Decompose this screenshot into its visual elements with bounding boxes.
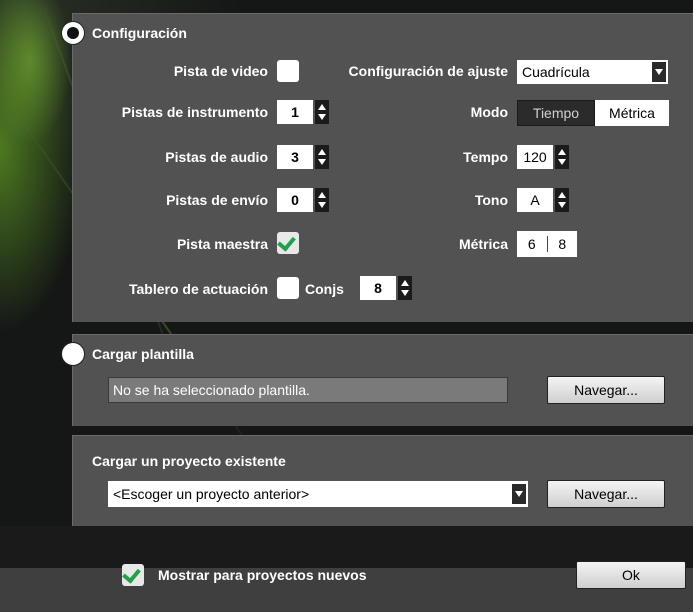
- project-browse-button[interactable]: Navegar...: [547, 480, 665, 508]
- project-select[interactable]: <Escoger un proyecto anterior>: [108, 481, 528, 507]
- meter-label: Métrica: [458, 236, 508, 252]
- stepper-arrows-icon[interactable]: [315, 188, 329, 212]
- template-browse-button[interactable]: Navegar...: [547, 376, 665, 404]
- stepper-arrows-icon[interactable]: [315, 100, 329, 124]
- send-tracks-value: 0: [277, 188, 313, 212]
- ok-button[interactable]: Ok: [576, 561, 686, 589]
- instrument-tracks-label: Pistas de instrumento: [121, 104, 268, 120]
- meter-field[interactable]: 6 8: [517, 231, 577, 257]
- key-stepper[interactable]: A: [517, 188, 569, 212]
- sets-label: Conjs: [305, 281, 344, 297]
- performance-board-label: Tablero de actuación: [129, 281, 268, 297]
- key-value: A: [517, 188, 553, 212]
- snap-config-value: Cuadrícula: [522, 64, 590, 80]
- project-select-value: <Escoger un proyecto anterior>: [113, 486, 310, 502]
- meter-denominator[interactable]: 8: [548, 236, 578, 252]
- stepper-arrows-icon[interactable]: [398, 276, 412, 300]
- configuration-radio[interactable]: [62, 22, 84, 44]
- project-title: Cargar un proyecto existente: [92, 453, 286, 469]
- key-label: Tono: [474, 192, 508, 208]
- show-new-label: Mostrar para proyectos nuevos: [158, 567, 367, 583]
- video-track-label: Pista de video: [173, 63, 268, 79]
- send-tracks-stepper[interactable]: 0: [277, 188, 329, 212]
- chevron-down-icon: [512, 484, 526, 504]
- template-path-field[interactable]: No se ha seleccionado plantilla.: [108, 377, 508, 403]
- mode-option-tiempo[interactable]: Tiempo: [517, 100, 595, 126]
- mode-label: Modo: [470, 104, 508, 120]
- tempo-value: 120: [517, 145, 553, 169]
- snap-config-label: Configuración de ajuste: [348, 63, 508, 79]
- check-icon: [122, 564, 141, 584]
- audio-tracks-label: Pistas de audio: [165, 149, 268, 165]
- sets-stepper[interactable]: 8: [360, 276, 412, 300]
- chevron-down-icon: [652, 62, 666, 82]
- sets-value: 8: [360, 276, 396, 300]
- template-radio[interactable]: [62, 343, 84, 365]
- stepper-arrows-icon[interactable]: [555, 145, 569, 169]
- video-track-checkbox[interactable]: [277, 60, 299, 82]
- template-title: Cargar plantilla: [92, 346, 194, 362]
- stepper-arrows-icon[interactable]: [315, 145, 329, 169]
- master-track-label: Pista maestra: [176, 236, 268, 252]
- tempo-label: Tempo: [463, 149, 508, 165]
- tempo-stepper[interactable]: 120: [517, 145, 569, 169]
- snap-config-select[interactable]: Cuadrícula: [517, 60, 668, 84]
- configuration-title: Configuración: [92, 25, 187, 41]
- performance-board-checkbox[interactable]: [277, 277, 299, 299]
- send-tracks-label: Pistas de envío: [166, 192, 268, 208]
- meter-numerator[interactable]: 6: [517, 236, 547, 252]
- check-icon: [277, 232, 296, 252]
- mode-toggle[interactable]: Tiempo Métrica: [517, 100, 669, 126]
- instrument-tracks-stepper[interactable]: 1: [277, 100, 329, 124]
- audio-tracks-stepper[interactable]: 3: [277, 145, 329, 169]
- instrument-tracks-value: 1: [277, 100, 313, 124]
- master-track-checkbox[interactable]: [277, 232, 299, 254]
- stepper-arrows-icon[interactable]: [555, 188, 569, 212]
- show-new-checkbox[interactable]: [122, 564, 144, 586]
- mode-option-metrica[interactable]: Métrica: [595, 100, 669, 126]
- audio-tracks-value: 3: [277, 145, 313, 169]
